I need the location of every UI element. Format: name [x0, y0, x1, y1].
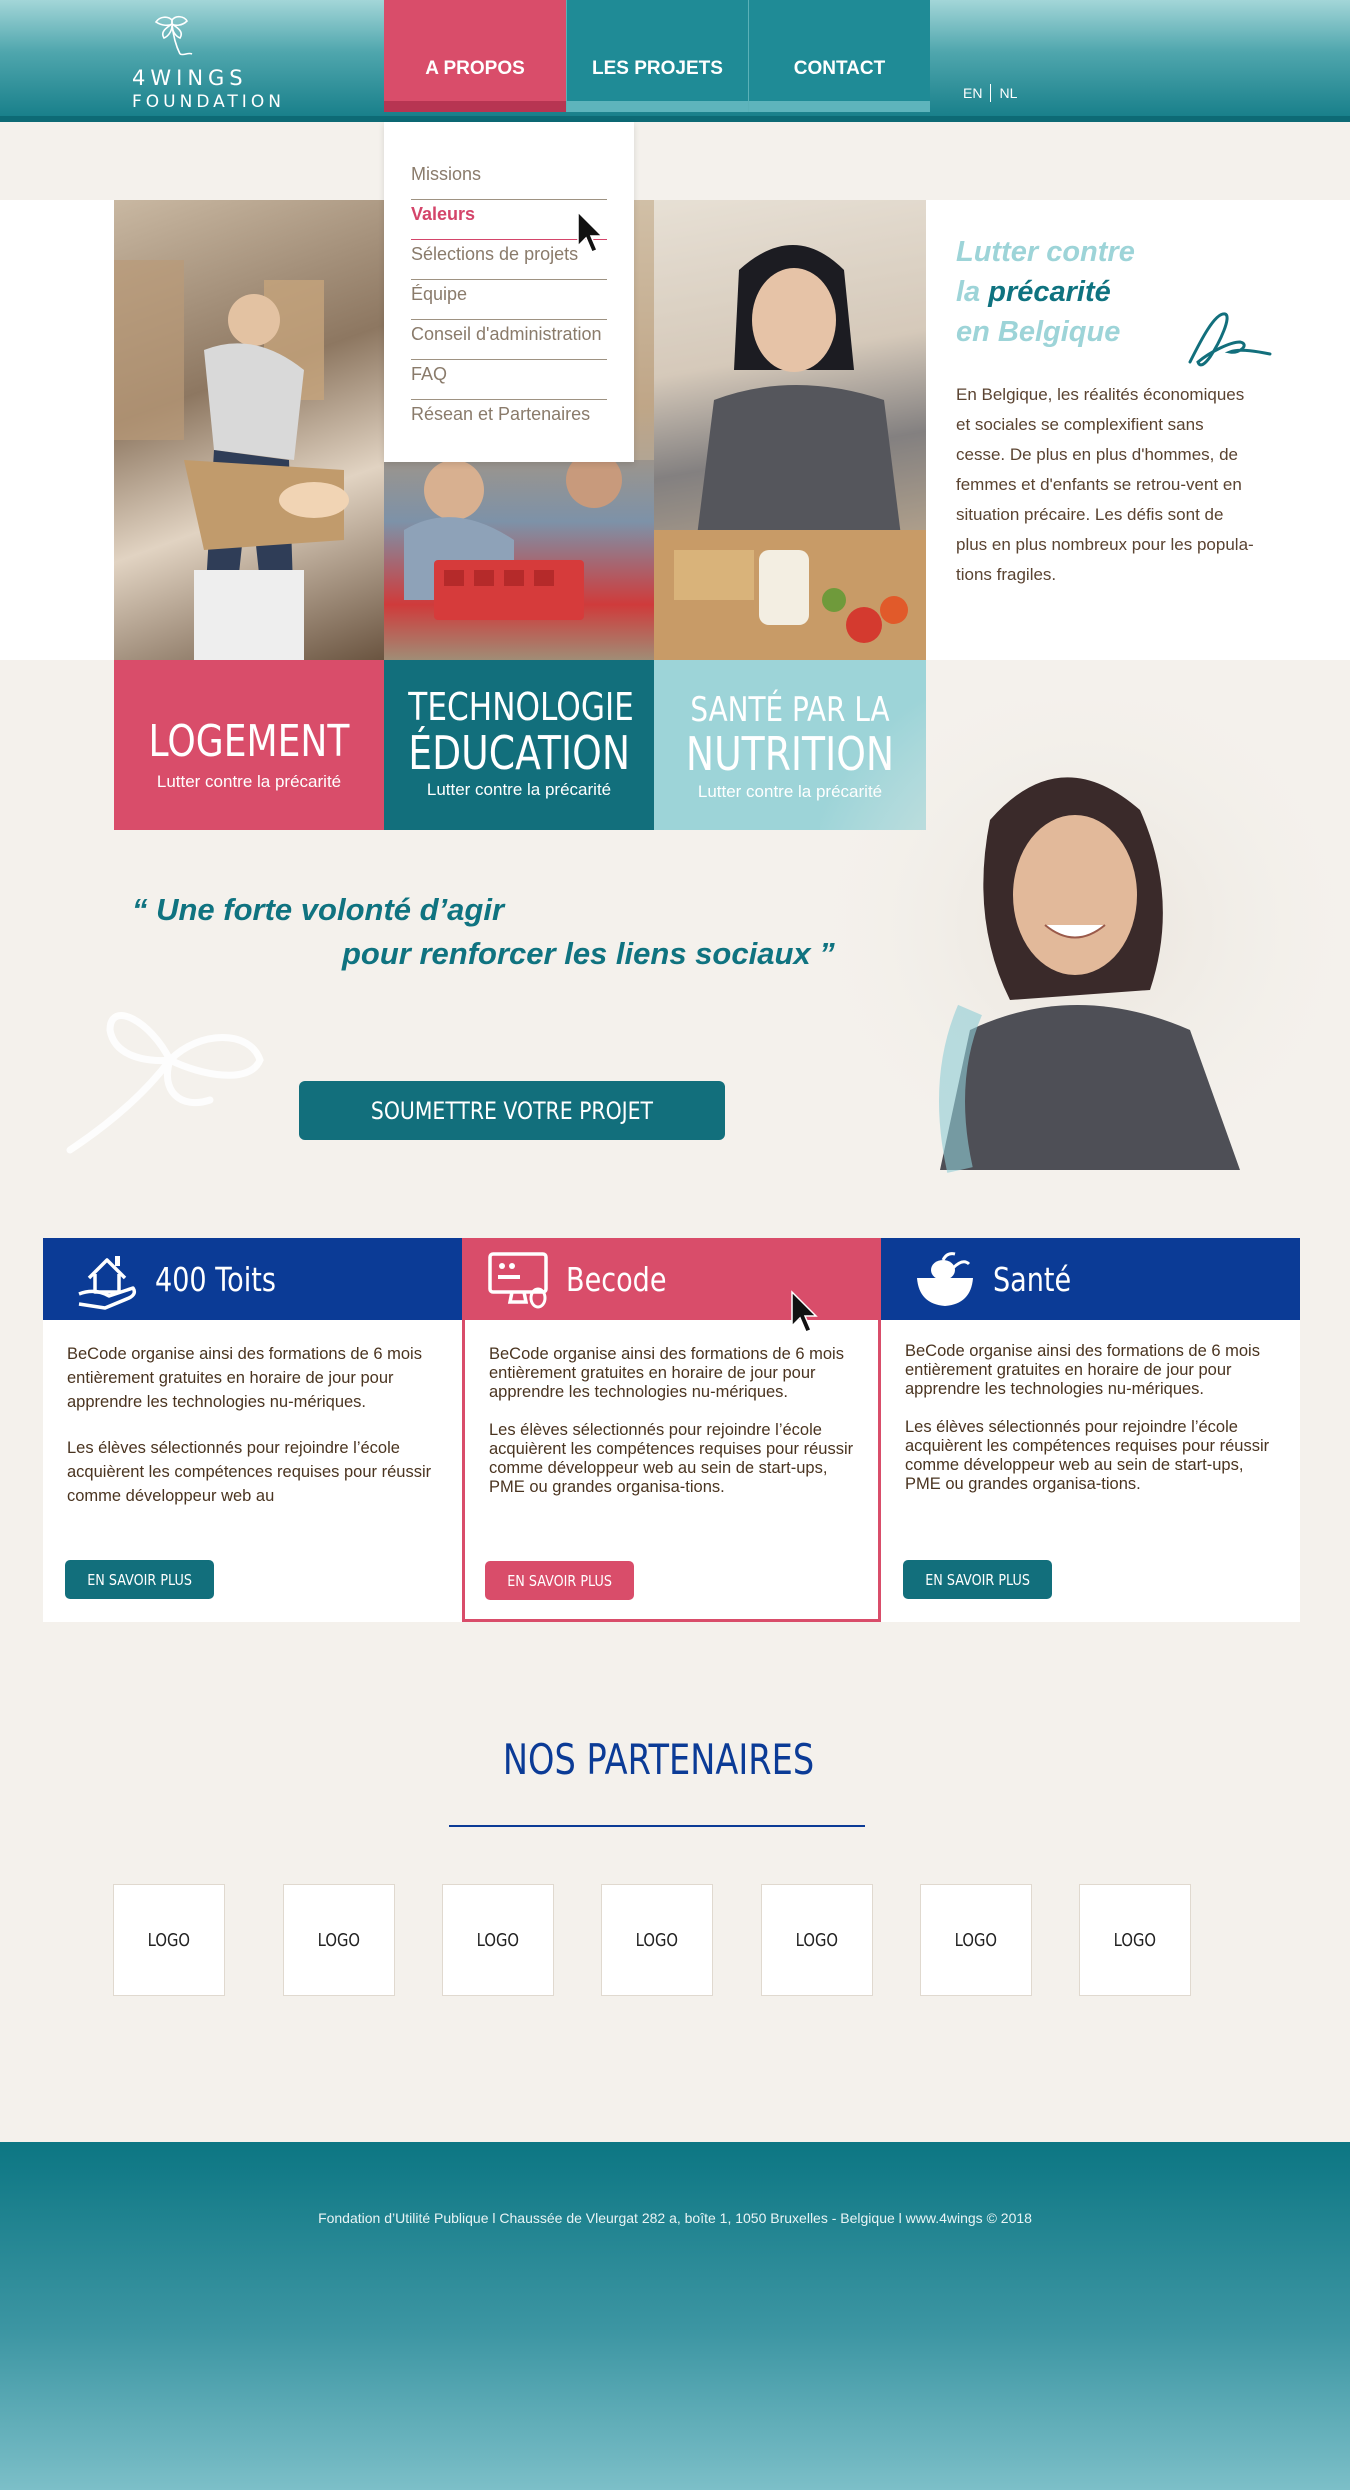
quote-line-2: pour renforcer les liens sociaux ”	[342, 936, 835, 971]
card-paragraph: Les élèves sélectionnés pour rejoindre l…	[905, 1418, 1270, 1493]
brand-name-line2: FOUNDATION	[132, 92, 285, 112]
card-more-label: EN SAVOIR PLUS	[925, 1570, 1030, 1589]
project-card-sante: Santé BeCode organise ainsi des formatio…	[881, 1238, 1300, 1622]
house-hand-icon	[78, 1256, 137, 1310]
language-switcher: EN NL	[963, 84, 1017, 102]
card-header: Santé	[881, 1238, 1300, 1320]
dragonfly-squiggle-icon	[1188, 312, 1272, 367]
intro-title-part: la	[956, 276, 989, 308]
menu-item-conseil[interactable]: Conseil d'administration	[411, 320, 607, 360]
dragonfly-logo-icon	[154, 15, 193, 56]
partner-logo-text: LOGO	[476, 1929, 520, 1951]
menu-item-equipe[interactable]: Équipe	[411, 280, 607, 320]
partner-logo-text: LOGO	[317, 1929, 361, 1951]
card-paragraph: Les élèves sélectionnés pour rejoindre l…	[489, 1421, 854, 1496]
brand-logo[interactable]: 4WINGS FOUNDATION	[120, 14, 320, 112]
intro-paragraph: En Belgique, les réalités économiques et…	[956, 385, 1254, 584]
tile-subtitle: Lutter contre la précarité	[426, 780, 612, 799]
nav-tab-a-propos[interactable]: A PROPOS	[384, 0, 566, 112]
site-footer	[0, 2142, 1350, 2490]
footer-address: Fondation d’Utilité Publique l Chaussée …	[318, 2210, 1032, 2226]
partner-logo-text: LOGO	[1113, 1929, 1157, 1951]
lang-en-link[interactable]: EN	[963, 85, 982, 101]
partner-logo[interactable]: LOGO	[442, 1884, 554, 1996]
photo-moving-family	[114, 200, 384, 660]
partner-logo-text: LOGO	[954, 1929, 998, 1951]
card-more-label: EN SAVOIR PLUS	[87, 1570, 192, 1589]
dragonfly-watermark-icon	[66, 1012, 264, 1154]
card-more-button[interactable]: EN SAVOIR PLUS	[485, 1561, 634, 1600]
card-title: Becode	[566, 1259, 667, 1299]
lang-divider	[990, 84, 992, 102]
card-body: BeCode organise ainsi des formations de …	[905, 1342, 1275, 1494]
submit-project-button[interactable]: SOUMETTRE VOTRE PROJET	[299, 1081, 725, 1140]
partners-heading: NOS PARTENAIRES	[0, 1735, 1318, 1784]
card-paragraph: BeCode organise ainsi des formations de …	[489, 1345, 844, 1401]
partner-logo[interactable]: LOGO	[920, 1884, 1032, 1996]
intro-title-line: Lutter contre	[956, 236, 1135, 268]
partner-logo[interactable]: LOGO	[113, 1884, 225, 1996]
tile-title: LOGEMENT	[148, 716, 350, 767]
tile-subtitle: Lutter contre la précarité	[156, 772, 342, 791]
partners-divider	[449, 1825, 865, 1827]
nav-tab-label: A PROPOS	[425, 58, 525, 79]
card-more-button[interactable]: EN SAVOIR PLUS	[903, 1560, 1052, 1599]
lang-nl-link[interactable]: NL	[999, 85, 1017, 101]
nav-tab-les-projets[interactable]: LES PROJETS	[566, 0, 748, 112]
partner-logo[interactable]: LOGO	[1079, 1884, 1191, 1996]
card-paragraph: BeCode organise ainsi des formations de …	[905, 1342, 1260, 1398]
food-bowl-icon	[917, 1252, 973, 1306]
nav-tab-label: LES PROJETS	[592, 58, 723, 79]
nav-tab-active-bar	[384, 101, 566, 112]
card-body: BeCode organise ainsi des formations de …	[489, 1345, 859, 1497]
computer-screen-icon	[488, 1252, 548, 1309]
card-header: 400 Toits	[43, 1238, 462, 1320]
menu-item-reseau[interactable]: Résean et Partenaires	[411, 400, 607, 440]
intro-block: Lutter contre la précarité en Belgique E…	[956, 232, 1256, 590]
partner-logo-text: LOGO	[147, 1929, 191, 1951]
partner-logo[interactable]: LOGO	[761, 1884, 873, 1996]
category-tile-logement[interactable]: LOGEMENT Lutter contre la précarité	[114, 660, 384, 830]
submit-project-label: SOUMETTRE VOTRE PROJET	[370, 1096, 654, 1125]
card-body: BeCode organise ainsi des formations de …	[67, 1342, 437, 1558]
category-tile-technologie[interactable]: TECHNOLOGIE ÉDUCATION Lutter contre la p…	[384, 660, 654, 830]
partner-logo-text: LOGO	[795, 1929, 839, 1951]
tile-title-line1: TECHNOLOGIE	[408, 685, 634, 729]
partners-heading-text: NOS PARTENAIRES	[503, 1735, 815, 1784]
partner-logo-text: LOGO	[635, 1929, 679, 1951]
intro-title-emphasis: précarité	[988, 276, 1111, 308]
nav-tab-contact[interactable]: CONTACT	[748, 0, 930, 112]
photo-woman-cooking	[654, 200, 926, 660]
apropos-dropdown-menu: Missions Valeurs Sélections de projets É…	[384, 122, 634, 462]
quote-line-1: “ Une forte volonté d’agir	[132, 892, 505, 927]
mouse-cursor-icon	[577, 210, 604, 253]
menu-item-faq[interactable]: FAQ	[411, 360, 607, 400]
nav-tab-bar	[749, 101, 930, 112]
project-card-400-toits: 400 Toits BeCode organise ainsi des form…	[43, 1238, 462, 1622]
card-paragraph: BeCode organise ainsi des formations de …	[67, 1345, 422, 1411]
tile-title-line2: ÉDUCATION	[408, 726, 631, 780]
partner-logo[interactable]: LOGO	[601, 1884, 713, 1996]
card-title: 400 Toits	[155, 1259, 276, 1299]
photo-smiling-girl	[820, 700, 1350, 1200]
menu-item-missions[interactable]: Missions	[411, 160, 607, 200]
brand-name-line1: 4WINGS	[132, 66, 248, 90]
card-paragraph: Les élèves sélectionnés pour rejoindre l…	[67, 1439, 432, 1505]
nav-tab-label: CONTACT	[793, 58, 886, 79]
mouse-cursor-icon	[791, 1290, 818, 1333]
partner-logo[interactable]: LOGO	[283, 1884, 395, 1996]
nav-tab-bar	[567, 101, 748, 112]
card-title: Santé	[993, 1259, 1072, 1299]
card-more-button[interactable]: EN SAVOIR PLUS	[65, 1560, 214, 1599]
card-more-label: EN SAVOIR PLUS	[507, 1571, 612, 1590]
